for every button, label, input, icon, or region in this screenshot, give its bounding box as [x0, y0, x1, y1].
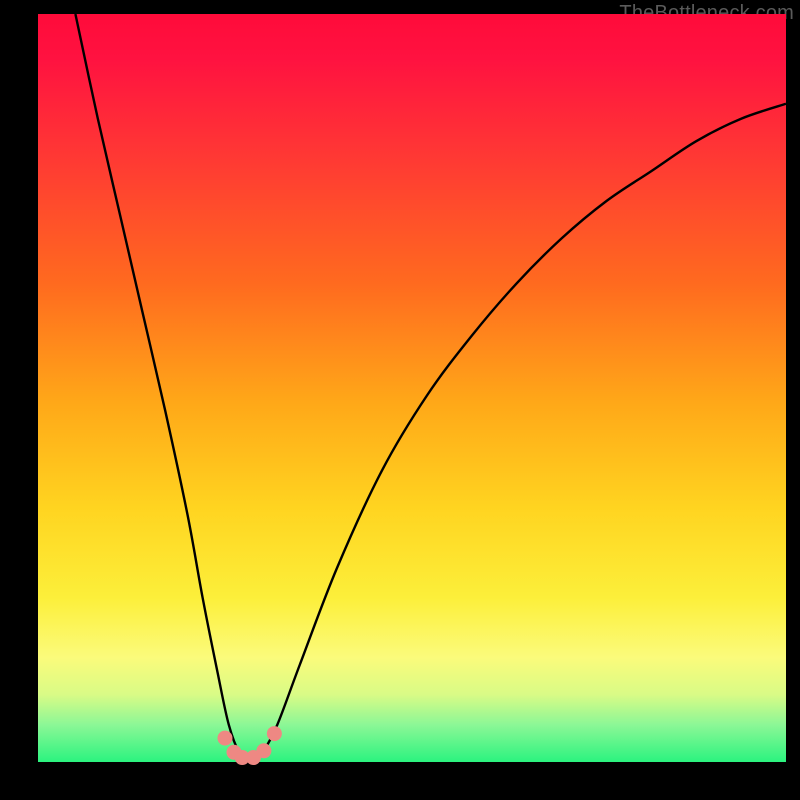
curve-marker: [218, 731, 233, 746]
curve-marker: [256, 743, 271, 758]
curve-svg: [38, 14, 786, 762]
curve-markers: [218, 726, 282, 765]
bottleneck-curve: [75, 14, 786, 761]
chart-frame: TheBottleneck.com: [0, 0, 800, 800]
curve-marker: [267, 726, 282, 741]
plot-area: [38, 14, 786, 762]
